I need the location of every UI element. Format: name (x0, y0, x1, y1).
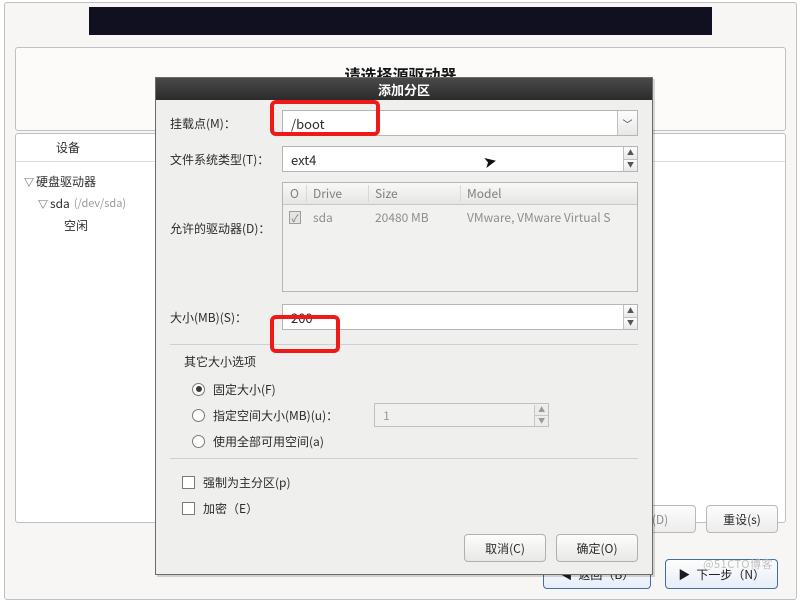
mount-point-combo[interactable]: ﹀ (282, 110, 638, 136)
cell-drive: sda (307, 209, 369, 226)
mount-point-label: 挂载点(M)： (170, 115, 282, 132)
device-header-label: 设备 (16, 139, 120, 156)
titlebar-grip-icon (640, 82, 646, 96)
mount-point-row: 挂载点(M)： ﹀ (170, 110, 638, 136)
cell-size: 20480 MB (369, 209, 461, 226)
col-check: O (283, 185, 307, 202)
radio-upto-label: 指定空间大小(MB)(u)： (213, 407, 338, 424)
separator (170, 458, 638, 459)
brand-bar (89, 7, 712, 35)
check-encrypt[interactable] (182, 502, 195, 515)
col-size: Size (369, 185, 461, 202)
mount-point-input[interactable] (283, 111, 617, 135)
spinner-icon[interactable]: ▲▼ (623, 305, 637, 329)
upto-value: 1 (375, 407, 534, 424)
check-primary-label: 强制为主分区(p) (203, 474, 291, 491)
add-partition-dialog: 添加分区 挂载点(M)： ﹀ 文件系统类型(T)： ▲▼ 允许的驱动器(D)： … (155, 77, 653, 575)
check-primary-row[interactable]: 强制为主分区(p) (182, 469, 638, 495)
table-row[interactable]: ✓ sda 20480 MB VMware, VMware Virtual S (283, 205, 637, 229)
tree-expander-icon[interactable]: ▽ (38, 196, 50, 211)
upto-spinner: 1 ▲▼ (374, 403, 549, 427)
radio-upto[interactable] (192, 409, 205, 422)
extra-size-title: 其它大小选项 (184, 353, 638, 370)
check-encrypt-row[interactable]: 加密（E） (182, 495, 638, 521)
check-encrypt-label: 加密（E） (203, 500, 258, 517)
next-button[interactable]: ▶ 下一步（N） (665, 559, 778, 589)
size-input[interactable] (283, 305, 623, 329)
separator (170, 344, 638, 345)
tree-root-label: 硬盘驱动器 (36, 173, 96, 190)
ok-button[interactable]: 确定(O) (556, 534, 638, 562)
cancel-button[interactable]: 取消(C) (464, 534, 546, 562)
radio-fixed-label: 固定大小(F) (213, 381, 276, 398)
next-button-label: 下一步（N） (696, 566, 765, 583)
allowed-drives-table[interactable]: O Drive Size Model ✓ sda 20480 MB VMware… (282, 182, 638, 292)
fs-type-input[interactable] (283, 147, 623, 171)
tree-child-hint: (/dev/sda) (74, 195, 126, 211)
col-model: Model (461, 185, 637, 202)
dialog-titlebar[interactable]: 添加分区 (156, 78, 652, 100)
allowed-drives-row: 允许的驱动器(D)： O Drive Size Model ✓ sda 2048… (170, 182, 638, 292)
check-primary[interactable] (182, 476, 195, 489)
tree-expander-icon[interactable]: ▽ (24, 174, 36, 189)
table-header: O Drive Size Model (283, 183, 637, 205)
titlebar-grip-icon (162, 82, 168, 96)
radio-upto-row[interactable]: 指定空间大小(MB)(u)： 1 ▲▼ (192, 402, 638, 428)
spinner-icon: ▲▼ (534, 405, 548, 426)
fs-type-row: 文件系统类型(T)： ▲▼ (170, 146, 638, 172)
combo-spinner-icon[interactable]: ▲▼ (623, 147, 637, 171)
arrow-right-icon: ▶ (678, 566, 690, 583)
reset-button[interactable]: 重设(s) (706, 505, 778, 533)
radio-fixed[interactable] (192, 383, 205, 396)
dialog-buttons: 取消(C) 确定(O) (156, 524, 652, 574)
radio-fill-row[interactable]: 使用全部可用空间(a) (192, 428, 638, 454)
extra-size-options: 其它大小选项 固定大小(F) 指定空间大小(MB)(u)： 1 ▲▼ 使用全部可… (184, 353, 638, 454)
radio-fill-label: 使用全部可用空间(a) (213, 433, 324, 450)
dialog-body: 挂载点(M)： ﹀ 文件系统类型(T)： ▲▼ 允许的驱动器(D)： O Dri… (156, 100, 652, 524)
radio-fixed-row[interactable]: 固定大小(F) (192, 376, 638, 402)
tree-leaf-label: 空闲 (64, 217, 88, 234)
dialog-title: 添加分区 (378, 80, 430, 99)
chevron-down-icon[interactable]: ﹀ (617, 111, 637, 135)
size-spinner[interactable]: ▲▼ (282, 304, 638, 330)
radio-fill[interactable] (192, 435, 205, 448)
size-label: 大小(MB)(S)： (170, 309, 282, 326)
fs-type-combo[interactable]: ▲▼ (282, 146, 638, 172)
extra-check-group: 强制为主分区(p) 加密（E） (174, 469, 638, 521)
tree-child-label: sda (50, 195, 70, 212)
allowed-drives-label: 允许的驱动器(D)： (170, 182, 282, 237)
fs-type-label: 文件系统类型(T)： (170, 151, 282, 168)
drive-checkbox[interactable]: ✓ (289, 211, 301, 224)
cell-model: VMware, VMware Virtual S (461, 209, 637, 226)
size-row: 大小(MB)(S)： ▲▼ (170, 304, 638, 330)
col-drive: Drive (307, 185, 369, 202)
